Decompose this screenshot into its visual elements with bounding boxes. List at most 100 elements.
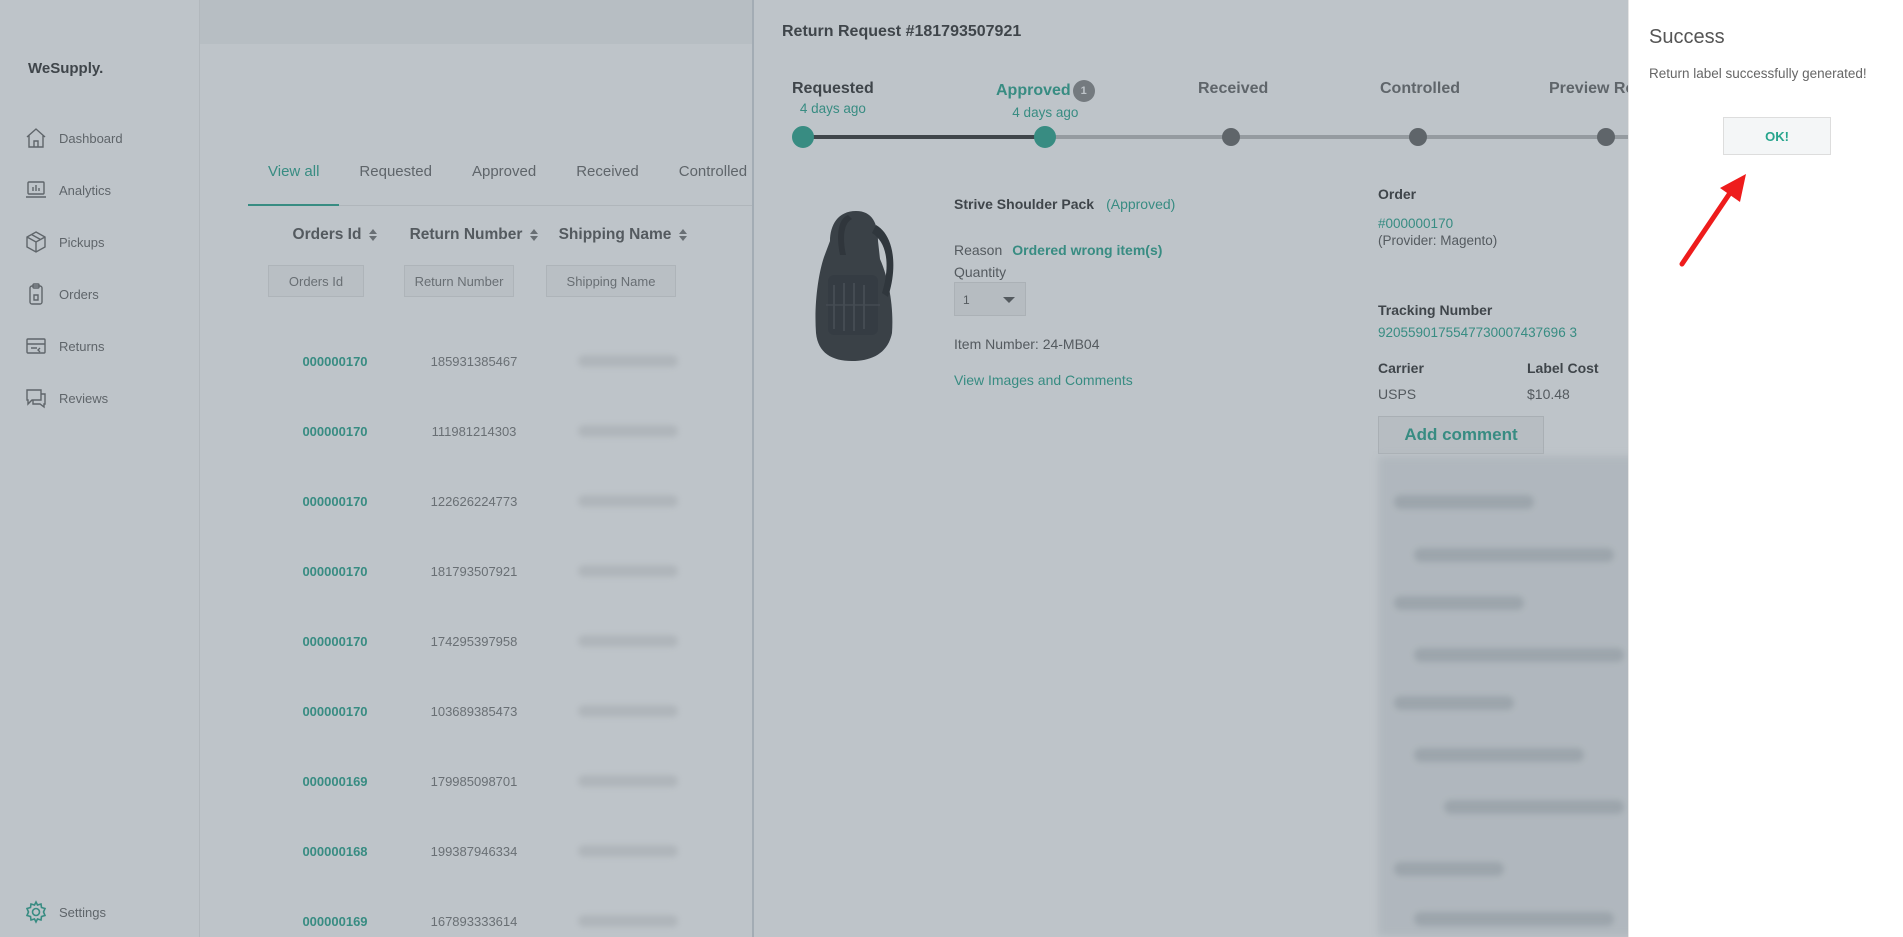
gear-icon <box>25 900 47 924</box>
return-number: 103689385473 <box>430 703 518 719</box>
sidebar-item-analytics[interactable]: Analytics <box>24 164 194 216</box>
sidebar-item-pickups[interactable]: Pickups <box>24 216 194 268</box>
sidebar-item-label: Reviews <box>59 390 109 406</box>
sidebar: WeSupply. Dashboard Analytics Pickups Or… <box>0 0 200 937</box>
home-icon <box>26 128 46 148</box>
tab-view-all[interactable]: View all <box>248 152 340 206</box>
product-status: (Approved) <box>1106 196 1176 212</box>
step-label-text: Approved <box>996 82 1071 100</box>
success-message: Return label successfully generated! <box>1649 66 1867 81</box>
sort-icon <box>369 229 377 241</box>
return-number: 167893333614 <box>430 913 518 929</box>
tab-received[interactable]: Received <box>556 152 659 206</box>
success-dialog: Success Return label successfully genera… <box>1628 0 1903 937</box>
return-number: 122626224773 <box>430 493 518 509</box>
sidebar-item-label: Analytics <box>59 182 112 198</box>
shipping-name-blurred <box>578 635 678 647</box>
order-id[interactable]: 000000170 <box>270 634 400 649</box>
step-count-badge: 1 <box>1072 80 1095 102</box>
blurred-line <box>1394 696 1514 710</box>
clipboard-icon <box>29 283 43 305</box>
sort-icon <box>530 229 538 241</box>
shipping-name-filter[interactable] <box>546 265 676 297</box>
sidebar-item-dashboard[interactable]: Dashboard <box>24 112 194 164</box>
step-time: 4 days ago <box>1012 105 1079 120</box>
order-id[interactable]: 000000169 <box>270 774 400 789</box>
sidebar-item-settings[interactable]: Settings <box>24 900 106 924</box>
sidebar-item-reviews[interactable]: Reviews <box>24 372 194 424</box>
order-id[interactable]: 000000169 <box>270 914 400 929</box>
blurred-line <box>1414 912 1614 926</box>
order-id[interactable]: 000000170 <box>270 564 400 579</box>
sidebar-item-returns[interactable]: Returns <box>24 320 194 372</box>
order-id[interactable]: 000000170 <box>270 424 400 439</box>
blurred-line <box>1414 748 1584 762</box>
analytics-icon <box>26 181 46 198</box>
order-id[interactable]: 000000170 <box>270 704 400 719</box>
reason-value: Ordered wrong item(s) <box>1012 242 1163 258</box>
step-dot-preview <box>1597 128 1615 146</box>
table-row[interactable]: 000000169 167893333614 <box>270 911 678 931</box>
box-icon <box>26 231 46 253</box>
step-dot-controlled <box>1409 128 1427 146</box>
quantity-select[interactable]: 1 <box>954 282 1026 316</box>
sidebar-item-orders[interactable]: Orders <box>24 268 194 320</box>
table-row[interactable]: 000000169 179985098701 <box>270 771 678 791</box>
table-row[interactable]: 000000170 185931385467 <box>270 351 678 371</box>
label-cost-label: Label Cost <box>1527 360 1599 376</box>
app-logo: WeSupply. <box>28 60 104 77</box>
return-number: 179985098701 <box>430 773 518 789</box>
return-number-filter[interactable] <box>404 265 514 297</box>
column-return-number[interactable]: Return Number <box>400 226 548 244</box>
step-label: Preview Re <box>1549 80 1628 97</box>
step-label: Approved 1 <box>996 80 1095 102</box>
shipping-name-blurred <box>578 775 678 787</box>
return-request-panel: Return Request #181793507921 Requested 4… <box>752 0 1628 937</box>
returns-icon <box>26 338 46 354</box>
progress-fill <box>800 135 1044 139</box>
tracking-number-link[interactable]: 9205590175547730007437696 3 <box>1378 325 1577 340</box>
column-label: Orders Id <box>292 226 362 243</box>
column-shipping-name[interactable]: Shipping Name <box>548 226 698 244</box>
return-number: 111981214303 <box>431 423 517 439</box>
return-reason: Reason Ordered wrong item(s) <box>954 242 1162 258</box>
shipping-name-blurred <box>578 705 678 717</box>
table-filters <box>268 265 676 297</box>
reason-label: Reason <box>954 242 1003 258</box>
table-row[interactable]: 000000170 122626224773 <box>270 491 678 511</box>
quantity-label: Quantity <box>954 264 1007 280</box>
table-row[interactable]: 000000170 181793507921 <box>270 561 678 581</box>
ok-button[interactable]: OK! <box>1723 117 1831 155</box>
order-id[interactable]: 000000170 <box>270 494 400 509</box>
table-row[interactable]: 000000170 174295397958 <box>270 631 678 651</box>
order-id[interactable]: 000000170 <box>270 354 400 369</box>
tab-requested[interactable]: Requested <box>339 152 452 206</box>
add-comment-button[interactable]: Add comment <box>1378 416 1544 454</box>
step-dot-received <box>1222 128 1240 146</box>
column-orders-id[interactable]: Orders Id <box>270 226 400 244</box>
sidebar-item-label: Dashboard <box>59 130 123 146</box>
step-dot-requested <box>792 126 814 148</box>
shipping-name-blurred <box>578 565 678 577</box>
order-link[interactable]: #000000170 <box>1378 216 1453 231</box>
returns-list: View all Requested Approved Received Con… <box>200 0 752 937</box>
view-images-link[interactable]: View Images and Comments <box>954 372 1133 388</box>
tab-controlled[interactable]: Controlled <box>659 152 767 206</box>
orders-id-filter[interactable] <box>268 265 364 297</box>
order-id[interactable]: 000000168 <box>270 844 400 859</box>
blurred-line <box>1444 800 1624 814</box>
settings-label: Settings <box>59 904 106 920</box>
table-row[interactable]: 000000168 199387946334 <box>270 841 678 861</box>
table-row[interactable]: 000000170 111981214303 <box>270 421 678 441</box>
step-time: 4 days ago <box>799 101 866 116</box>
step-dot-approved <box>1034 126 1056 148</box>
chevron-down-icon <box>1003 297 1015 303</box>
step-preview: Preview Re <box>1549 80 1628 98</box>
return-number: 181793507921 <box>430 563 518 579</box>
table-row[interactable]: 000000170 103689385473 <box>270 701 678 721</box>
tab-approved[interactable]: Approved <box>452 152 556 206</box>
label-cost-value: $10.48 <box>1527 386 1570 402</box>
status-tabs: View all Requested Approved Received Con… <box>248 152 752 206</box>
blurred-line <box>1394 862 1504 876</box>
tracking-number-label: Tracking Number <box>1378 302 1493 318</box>
